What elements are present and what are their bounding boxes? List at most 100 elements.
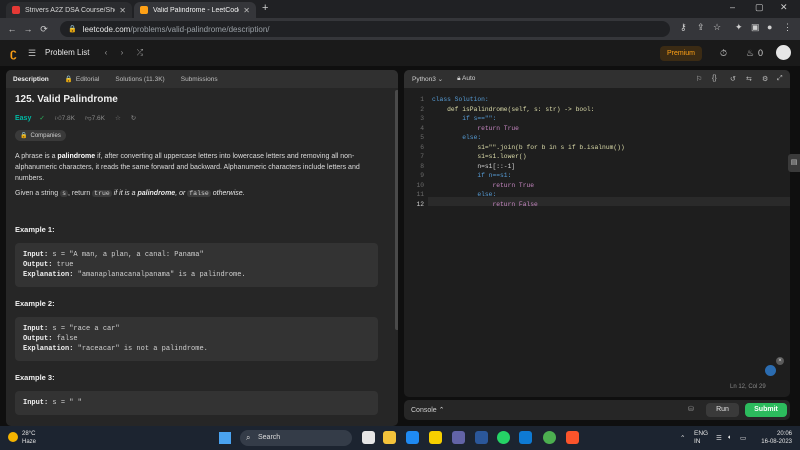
sticky-notes-icon[interactable] (429, 431, 442, 444)
key-icon[interactable]: ⚷ (680, 22, 687, 33)
store-icon[interactable] (406, 431, 419, 444)
chat-bubble-icon[interactable] (765, 365, 776, 376)
next-problem-button[interactable]: › (116, 47, 128, 59)
bookmark-icon[interactable]: ⚐ (696, 75, 702, 83)
vscode-icon[interactable] (519, 431, 532, 444)
explanation-label: Explanation: (23, 345, 74, 353)
chrome-icon[interactable] (543, 431, 556, 444)
tab-description[interactable]: Description (13, 76, 49, 83)
menu-kebab-icon[interactable]: ⋮ (783, 22, 792, 33)
code-line: s1=s1.lower() (432, 153, 527, 160)
premium-button[interactable]: Premium (660, 46, 702, 61)
close-tab-icon[interactable]: ✕ (119, 6, 126, 15)
code-line: class Solution: (432, 96, 489, 103)
share-link-icon[interactable]: ↻ (131, 114, 136, 122)
reset-icon[interactable]: ↺ (730, 75, 736, 83)
language-select[interactable]: Python3 ⌄ (412, 75, 443, 83)
tab-leetcode[interactable]: Valid Palindrome - LeetCode ✕ (134, 2, 256, 18)
example-explanation: "amanaplanacanalpanama" is a palindrome. (77, 271, 246, 279)
timer-icon[interactable]: ⏱ (720, 48, 727, 59)
code-line: else: (432, 134, 482, 141)
dislike-icon[interactable]: 👎︎ (85, 114, 92, 122)
profile-icon[interactable]: ● (767, 22, 772, 32)
back-icon[interactable]: ← (4, 24, 20, 34)
line-number: 10 (416, 181, 424, 189)
word-icon[interactable] (475, 431, 488, 444)
tab-strivers[interactable]: Strivers A2Z DSA Course/Sheet ✕ (6, 2, 132, 18)
problem-list-icon[interactable]: ☰ (28, 48, 36, 59)
tray-chevron-icon[interactable]: ⌃ (680, 434, 685, 442)
url-bar[interactable]: 🔒 leetcode.com /problems/valid-palindrom… (60, 21, 670, 37)
format-braces-icon[interactable]: {} (712, 75, 717, 82)
browser-tab-bar: Strivers A2Z DSA Course/Sheet ✕ Valid Pa… (0, 0, 800, 18)
task-view-icon[interactable] (362, 431, 375, 444)
extensions-icon[interactable]: ✦ (735, 22, 743, 33)
avatar[interactable] (776, 45, 791, 60)
windows-start-icon[interactable] (219, 432, 231, 444)
reload-icon[interactable]: ⟳ (36, 24, 52, 35)
shortcuts-icon[interactable]: ⇆ (746, 75, 752, 83)
problem-list-link[interactable]: Problem List (45, 48, 89, 57)
console-toggle[interactable]: Console ⌃ (411, 406, 445, 414)
tab-editorial[interactable]: Editorial (76, 76, 99, 83)
system-clock[interactable]: 20:06 16-08-2023 (756, 430, 792, 446)
leetcode-logo-icon[interactable]: ʗ (10, 46, 17, 60)
settings-gear-icon[interactable]: ⚙ (762, 75, 768, 83)
example-heading: Example 2: (15, 299, 55, 308)
description-scrollbar[interactable] (395, 90, 398, 330)
fullscreen-icon[interactable]: ⤢ (777, 75, 783, 83)
companies-chip[interactable]: 🔒 Companies (15, 130, 66, 141)
forward-icon[interactable]: → (20, 24, 36, 34)
taskbar-search[interactable]: ⌕ Search (240, 430, 352, 446)
language-indicator[interactable]: ENG IN (694, 430, 708, 446)
share-icon[interactable]: ⇪ (697, 22, 705, 33)
prev-problem-button[interactable]: ‹ (100, 47, 112, 59)
inline-code: true (92, 190, 112, 197)
battery-icon[interactable]: ▭ (740, 434, 746, 442)
example-heading: Example 1: (15, 225, 55, 234)
code-editor[interactable]: 1 2 3 4 5 6 7 8 9 10 11 12 class Solutio… (404, 92, 790, 392)
desc-text: Given a string (15, 190, 61, 197)
console-label: Console (411, 407, 437, 414)
tab-submissions[interactable]: Submissions (181, 76, 218, 83)
problem-task: Given a string s, return true if it is a… (15, 190, 385, 197)
brave-icon[interactable] (566, 431, 579, 444)
close-chat-icon[interactable]: × (776, 357, 784, 365)
file-explorer-icon[interactable] (383, 431, 396, 444)
close-window-button[interactable]: ✕ (780, 2, 788, 13)
like-icon[interactable]: 👍︎ (55, 114, 62, 122)
shuffle-icon[interactable]: ⤮ (134, 47, 146, 59)
desc-italic: , or (175, 190, 188, 197)
companies-label: Companies (30, 133, 61, 139)
line-number: 6 (420, 143, 424, 151)
whatsapp-icon[interactable] (497, 431, 510, 444)
favorite-star-icon[interactable]: ☆ (115, 114, 121, 122)
auto-mode-toggle[interactable]: 🔒︎ Auto (457, 75, 475, 83)
problem-description: A phrase is a palindrome if, after conve… (15, 151, 385, 184)
wifi-icon[interactable]: ☰ (716, 434, 722, 442)
sidepanel-icon[interactable]: ▣ (751, 22, 760, 33)
line-number: 5 (420, 134, 424, 141)
minimize-button[interactable]: – (730, 2, 735, 12)
tab-solutions[interactable]: Solutions (11.3K) (115, 76, 164, 83)
volume-icon[interactable]: 🔈︎ (728, 434, 732, 442)
maximize-button[interactable]: ▢ (755, 2, 764, 13)
example-explanation: "raceacar" is not a palindrome. (77, 345, 208, 353)
url-path: /problems/valid-palindrome/description/ (130, 24, 270, 34)
dislike-count: 7.6K (91, 114, 105, 122)
bookmark-star-icon[interactable]: ☆ (713, 22, 721, 33)
side-notes-icon[interactable]: ▤ (788, 154, 800, 172)
example-input: s = " " (52, 399, 82, 407)
description-content: 125. Valid Palindrome Easy ✓ 👍︎ 7.8K 👎︎ … (15, 94, 385, 415)
close-tab-icon[interactable]: ✕ (243, 6, 250, 15)
run-button[interactable]: Run (706, 403, 739, 417)
streak-flame-icon[interactable]: ♨ (746, 48, 754, 59)
code-line: else: (432, 191, 497, 198)
upload-icon[interactable]: ⛁ (688, 405, 694, 413)
teams-icon[interactable] (452, 431, 465, 444)
search-label: Search (258, 434, 281, 441)
submit-button[interactable]: Submit (745, 403, 787, 417)
example-heading: Example 3: (15, 373, 55, 382)
new-tab-button[interactable]: + (262, 2, 268, 14)
code-line: if s=="": (432, 115, 497, 122)
